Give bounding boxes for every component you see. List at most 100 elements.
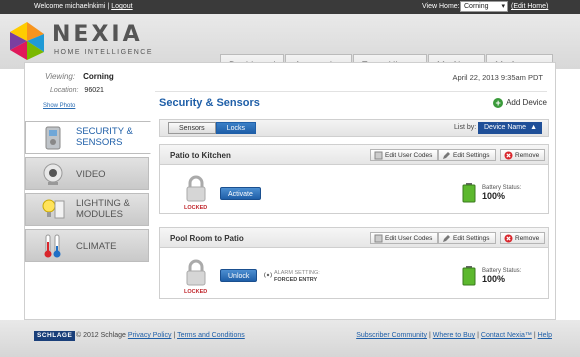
locks-toggle[interactable]: Locks xyxy=(215,122,256,134)
battery-value: 100% xyxy=(482,274,506,284)
device-card-header: Patio to Kitchen Edit User Codes Edit Se… xyxy=(160,145,548,165)
where-to-buy-link[interactable]: Where to Buy xyxy=(433,332,475,339)
device-name: Patio to Kitchen xyxy=(170,151,231,160)
plus-icon: + xyxy=(493,98,504,108)
brand-tagline: HOME INTELLIGENCE xyxy=(54,49,154,56)
footer-legal: © 2012 Schlage Privacy Policy | Terms an… xyxy=(76,332,245,339)
device-card: Pool Room to Patio Edit User Codes Edit … xyxy=(159,227,549,299)
footer-separator: | xyxy=(477,332,479,339)
remove-button[interactable]: Remove xyxy=(500,232,546,244)
lightbulb-icon xyxy=(42,199,65,219)
filter-bar: Sensors Locks List by: Device Name ▲ xyxy=(159,119,549,137)
welcome-separator: | xyxy=(107,3,110,10)
camera-icon xyxy=(43,163,63,185)
lock-status: LOCKED xyxy=(184,289,208,295)
add-device-button[interactable]: + Add Device xyxy=(493,98,547,108)
sidebar: Security & Sensors Video Lighting & Modu… xyxy=(25,121,151,265)
remove-icon xyxy=(504,151,513,160)
list-by-value: Device Name xyxy=(484,124,527,131)
sidebar-item-label: Security & Sensors xyxy=(76,126,133,148)
viewing-info: Viewing: Corning xyxy=(45,72,114,81)
location-label: Location: xyxy=(50,87,79,94)
list-by-label: List by: xyxy=(454,124,477,131)
logout-link[interactable]: Logout xyxy=(111,3,132,10)
remove-icon xyxy=(504,234,513,243)
sidebar-item-video[interactable]: Video xyxy=(25,157,149,190)
edit-user-codes-button[interactable]: Edit User Codes xyxy=(370,232,439,244)
edit-settings-button[interactable]: Edit Settings xyxy=(438,149,496,161)
view-home-select[interactable]: Corning xyxy=(460,1,508,12)
sidebar-item-climate[interactable]: Climate xyxy=(25,229,149,262)
alarm-setting: ALARM SETTING: FORCED ENTRY xyxy=(274,270,320,284)
battery-icon xyxy=(462,183,476,203)
copyright-text: © 2012 Schlage xyxy=(76,332,126,339)
thermometer-icon xyxy=(44,234,61,258)
edit-settings-button[interactable]: Edit Settings xyxy=(438,232,496,244)
device-card: Patio to Kitchen Edit User Codes Edit Se… xyxy=(159,144,549,214)
edit-settings-label: Edit Settings xyxy=(453,235,490,242)
sidebar-item-label: Video xyxy=(76,169,106,180)
device-type-toggle: Sensors Locks xyxy=(168,122,256,134)
add-device-label: Add Device xyxy=(506,98,547,108)
lock-status: LOCKED xyxy=(184,205,208,211)
privacy-policy-link[interactable]: Privacy Policy xyxy=(128,332,172,339)
viewing-value: Corning xyxy=(83,72,114,81)
edit-settings-label: Edit Settings xyxy=(453,152,490,159)
footer-separator: | xyxy=(428,332,431,339)
edit-user-codes-label: Edit User Codes xyxy=(385,235,433,242)
terms-link[interactable]: Terms and Conditions xyxy=(177,332,245,339)
pencil-icon xyxy=(443,152,450,159)
caret-down-icon: ▲ xyxy=(530,124,537,131)
device-card-header: Pool Room to Patio Edit User Codes Edit … xyxy=(160,228,548,248)
sensors-toggle[interactable]: Sensors xyxy=(168,122,216,134)
footer-separator: | xyxy=(173,332,176,339)
welcome-area: Welcome michaelnkimi | Logout xyxy=(34,3,133,10)
current-datetime: April 22, 2013 9:35am PDT xyxy=(452,73,543,82)
sidebar-item-label: Lighting & Modules xyxy=(76,198,130,220)
welcome-text: Welcome michaelnkimi xyxy=(34,3,106,10)
edit-user-codes-button[interactable]: Edit User Codes xyxy=(370,149,439,161)
sidebar-item-label: Climate xyxy=(76,241,117,252)
edit-home-link[interactable]: (Edit Home) xyxy=(511,3,548,10)
sidebar-item-lighting[interactable]: Lighting & Modules xyxy=(25,193,149,226)
contact-link[interactable]: Contact Nexia™ xyxy=(481,332,532,339)
footer: SCHLAGE © 2012 Schlage Privacy Policy | … xyxy=(0,320,580,357)
alarm-value: FORCED ENTRY xyxy=(274,277,318,283)
footer-separator: | xyxy=(533,332,536,339)
device-name: Pool Room to Patio xyxy=(170,234,244,243)
remove-label: Remove xyxy=(515,152,540,159)
nexia-logo-icon xyxy=(10,22,44,60)
show-photo-link[interactable]: Show Photo xyxy=(43,103,75,109)
top-bar: Welcome michaelnkimi | Logout View Home:… xyxy=(0,0,580,14)
keypad-icon xyxy=(374,151,383,160)
main-panel: Viewing: Corning Location: 96021 Show Phot… xyxy=(24,62,556,320)
battery-status: Battery Status: 100% xyxy=(482,267,521,285)
header: NEXIA HOME INTELLIGENCE Dashboard Automa… xyxy=(0,14,580,76)
view-home-label: View Home: xyxy=(422,3,460,10)
subscriber-community-link[interactable]: Subscriber Community xyxy=(356,332,427,339)
lock-device-icon xyxy=(45,126,61,150)
divider xyxy=(155,91,547,92)
brand-name: NEXIA xyxy=(52,22,143,47)
location-info: Location: 96021 xyxy=(50,87,104,94)
page-title: Security & Sensors xyxy=(159,97,260,109)
alarm-label: ALARM SETTING: xyxy=(274,270,320,276)
schlage-logo: SCHLAGE xyxy=(34,331,76,341)
battery-value: 100% xyxy=(482,191,506,201)
battery-icon xyxy=(462,266,476,286)
sidebar-item-security[interactable]: Security & Sensors xyxy=(25,121,151,154)
footer-links: Subscriber Community | Where to Buy | Co… xyxy=(356,332,552,339)
alarm-signal-icon xyxy=(264,272,272,278)
lock-icon xyxy=(186,259,206,286)
activate-button[interactable]: Activate xyxy=(220,187,261,200)
help-link[interactable]: Help xyxy=(538,332,552,339)
pencil-icon xyxy=(443,235,450,242)
list-by-select[interactable]: Device Name ▲ xyxy=(478,122,542,134)
lock-icon xyxy=(186,175,206,202)
unlock-button[interactable]: Unlock xyxy=(220,269,258,282)
edit-user-codes-label: Edit User Codes xyxy=(385,152,433,159)
remove-label: Remove xyxy=(515,235,540,242)
viewing-label: Viewing: xyxy=(45,72,76,81)
remove-button[interactable]: Remove xyxy=(500,149,546,161)
location-value: 96021 xyxy=(84,87,104,94)
